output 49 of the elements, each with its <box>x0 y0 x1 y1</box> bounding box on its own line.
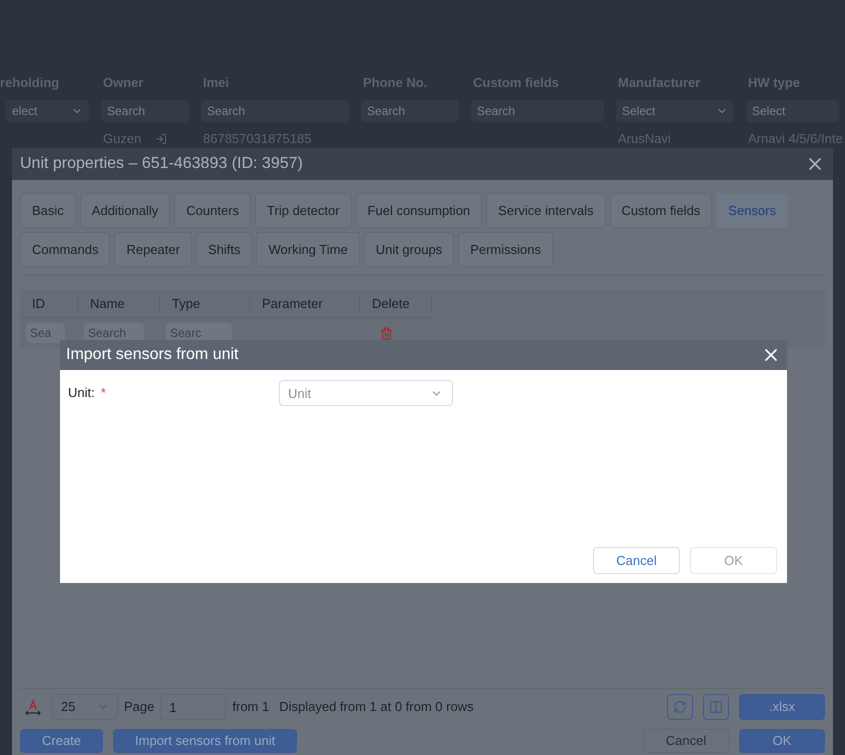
tab[interactable]: Permissions <box>458 232 553 267</box>
action-button[interactable]: Import sensors from unit <box>113 729 298 753</box>
rows-summary: Displayed from 1 at 0 from 0 rows <box>279 698 474 716</box>
font-size-icon[interactable] <box>24 698 42 716</box>
column-header: Name <box>90 294 125 313</box>
tab[interactable]: Unit groups <box>364 232 454 267</box>
tab[interactable]: Custom fields <box>610 193 712 228</box>
tab[interactable]: Counters <box>174 193 252 228</box>
page-label: Page <box>124 698 154 716</box>
tab[interactable]: Service intervals <box>486 193 606 228</box>
action-button[interactable]: Cancel <box>643 729 729 753</box>
login-icon[interactable] <box>155 133 168 145</box>
search-field[interactable]: Search <box>101 100 189 122</box>
tab[interactable]: Sensors <box>716 193 788 228</box>
dialog-button[interactable]: Cancel <box>593 547 680 574</box>
page-size-select[interactable]: 25 <box>52 694 118 720</box>
tab[interactable]: Repeater <box>114 232 192 267</box>
filter-select[interactable]: Select <box>616 100 734 122</box>
column-header: Type <box>172 294 200 313</box>
search-field[interactable]: Select <box>746 100 839 122</box>
tab[interactable]: Working Time <box>256 232 360 267</box>
search-field[interactable]: Search <box>201 100 349 122</box>
refresh-button[interactable] <box>667 694 693 720</box>
unit-select[interactable]: Unit <box>279 380 453 406</box>
action-button[interactable]: OK <box>739 729 825 753</box>
tab[interactable]: Commands <box>20 232 110 267</box>
refresh-icon <box>673 700 687 714</box>
tab[interactable]: Additionally <box>80 193 170 228</box>
search-field[interactable]: Search <box>361 100 459 122</box>
tab[interactable]: Fuel consumption <box>356 193 482 228</box>
tab[interactable]: Basic <box>20 193 76 228</box>
field-label: Unit: <box>68 384 95 402</box>
tab[interactable]: Trip detector <box>255 193 352 228</box>
page-field[interactable]: 1 <box>160 694 226 720</box>
dialog-title: Import sensors from unit <box>66 345 238 365</box>
required-mark: * <box>100 384 106 402</box>
column-header: ID <box>32 294 45 313</box>
filter-select[interactable]: elect <box>6 100 89 122</box>
column-header: Delete <box>372 294 410 313</box>
dialog-title: Unit properties – 651-463893 (ID: 3957) <box>20 154 303 174</box>
action-button[interactable]: Create <box>20 729 104 753</box>
tab[interactable]: Shifts <box>196 232 252 267</box>
page-count: from 1 <box>232 698 270 716</box>
columns-icon <box>709 700 723 714</box>
export-button[interactable]: .xlsx <box>739 694 825 720</box>
column-header: Parameter <box>262 294 323 313</box>
columns-button[interactable] <box>703 694 729 720</box>
search-field[interactable]: Search <box>471 100 604 122</box>
trash-icon[interactable] <box>380 326 393 340</box>
